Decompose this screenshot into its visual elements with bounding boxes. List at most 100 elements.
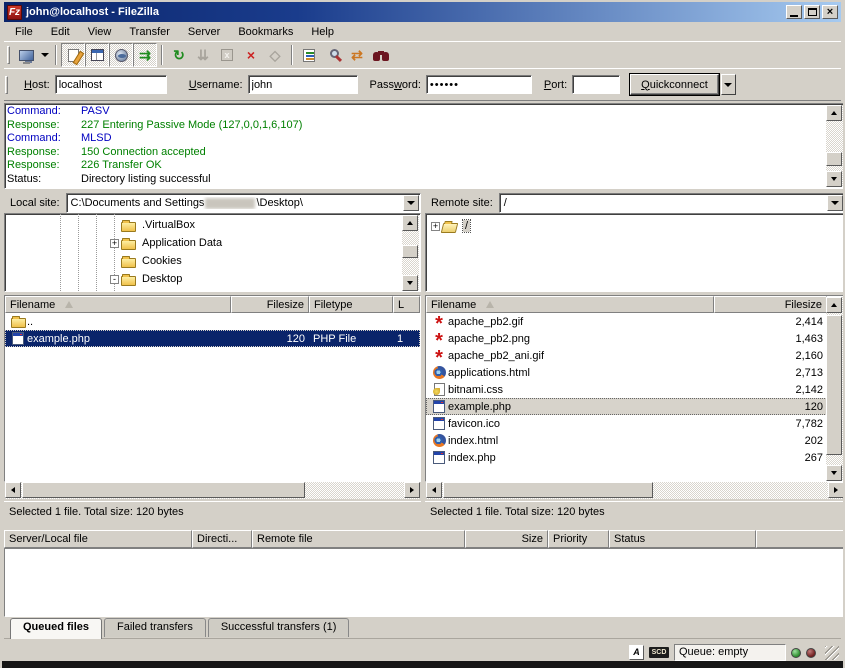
remote-file-row[interactable]: *apache_pb2.png 1,463 xyxy=(426,330,827,347)
transfer-queue-icon: ⇉ xyxy=(139,48,151,62)
expand-icon[interactable]: + xyxy=(431,222,440,231)
synchronized-browsing-button[interactable]: ⇄ xyxy=(345,43,369,67)
toggle-remote-tree-button[interactable] xyxy=(109,43,133,67)
menu-view[interactable]: View xyxy=(79,24,121,40)
minimize-button[interactable] xyxy=(786,5,802,19)
scrollbar-thumb[interactable] xyxy=(22,482,305,498)
remote-file-row[interactable]: index.php 267 xyxy=(426,449,827,466)
remote-file-row[interactable]: bitnami.css 2,142 xyxy=(426,381,827,398)
column-header-filename[interactable]: Filename xyxy=(5,296,231,313)
scrollbar-thumb[interactable] xyxy=(826,152,842,166)
remote-file-row[interactable]: favicon.ico 7,782 xyxy=(426,415,827,432)
scroll-down-button[interactable] xyxy=(826,465,842,481)
tree-item-root[interactable]: + / xyxy=(431,217,470,235)
username-input[interactable] xyxy=(248,75,358,94)
scroll-down-button[interactable] xyxy=(826,171,842,187)
column-header-status[interactable]: Status xyxy=(609,530,756,548)
scroll-right-button[interactable] xyxy=(404,482,420,498)
toolbar-separator xyxy=(55,45,57,65)
tab-queued-files[interactable]: Queued files xyxy=(10,618,102,639)
scrollbar-thumb[interactable] xyxy=(443,482,653,498)
process-queue-button[interactable]: ⇊ xyxy=(191,43,215,67)
tab-successful-transfers[interactable]: Successful transfers (1) xyxy=(208,618,350,637)
tree-item-virtualbox[interactable]: .VirtualBox xyxy=(110,216,195,234)
local-file-row-parent[interactable]: .. xyxy=(5,313,420,330)
column-header-filename[interactable]: Filename xyxy=(426,296,714,313)
expand-icon[interactable]: + xyxy=(110,239,119,248)
remote-file-row[interactable]: *apache_pb2_ani.gif 2,160 xyxy=(426,347,827,364)
remote-list-hscrollbar[interactable] xyxy=(426,482,844,499)
tree-item-application-data[interactable]: + Application Data xyxy=(110,234,222,252)
menu-edit[interactable]: Edit xyxy=(42,24,79,40)
local-list-hscrollbar[interactable] xyxy=(5,482,420,499)
scrollbar-thumb[interactable] xyxy=(402,245,418,258)
find-files-button[interactable] xyxy=(369,43,393,67)
scroll-right-button[interactable] xyxy=(828,482,844,498)
toolbar-grip[interactable] xyxy=(7,46,10,64)
resize-grip[interactable] xyxy=(825,646,839,660)
password-input[interactable] xyxy=(426,75,532,94)
refresh-button[interactable]: ↻ xyxy=(167,43,191,67)
scroll-down-button[interactable] xyxy=(402,275,418,291)
scroll-left-button[interactable] xyxy=(426,482,442,498)
toggle-message-log-button[interactable] xyxy=(61,43,85,67)
menu-file[interactable]: File xyxy=(6,24,42,40)
column-header-direction[interactable]: Directi... xyxy=(192,530,252,548)
menu-bookmarks[interactable]: Bookmarks xyxy=(229,24,302,40)
reconnect-icon: ◇ xyxy=(270,48,281,62)
collapse-icon[interactable]: - xyxy=(110,275,119,284)
toolbar-separator xyxy=(291,45,293,65)
disconnect-button[interactable]: × xyxy=(239,43,263,67)
quickconnect-grip[interactable] xyxy=(5,76,8,94)
remote-file-row[interactable]: applications.html 2,713 xyxy=(426,364,827,381)
local-site-combo[interactable]: C:\Documents and Settings\Desktop\ xyxy=(66,193,421,213)
scroll-left-button[interactable] xyxy=(5,482,21,498)
site-manager-dropdown-button[interactable] xyxy=(38,44,51,66)
tab-failed-transfers[interactable]: Failed transfers xyxy=(104,618,206,637)
menu-transfer[interactable]: Transfer xyxy=(120,24,179,40)
port-input[interactable] xyxy=(572,75,620,94)
host-input[interactable] xyxy=(55,75,167,94)
toggle-transfer-queue-button[interactable]: ⇉ xyxy=(133,43,157,67)
column-header-filesize[interactable]: Filesize xyxy=(231,296,309,313)
quickconnect-dropdown-button[interactable] xyxy=(721,74,736,95)
local-tree-scrollbar[interactable] xyxy=(402,215,419,291)
remote-file-row-example-php[interactable]: example.php 120 xyxy=(426,398,827,415)
queue-list[interactable] xyxy=(4,548,845,617)
remote-site-combo[interactable]: / xyxy=(499,193,845,213)
scroll-up-button[interactable] xyxy=(402,215,418,231)
reconnect-button[interactable]: ◇ xyxy=(263,43,287,67)
remote-file-row[interactable]: index.html 202 xyxy=(426,432,827,449)
column-header-priority[interactable]: Priority xyxy=(548,530,609,548)
column-header-remote-file[interactable]: Remote file xyxy=(252,530,465,548)
tree-item-cookies[interactable]: Cookies xyxy=(110,252,182,270)
disconnect-icon: × xyxy=(247,48,255,62)
column-header-filetype[interactable]: Filetype xyxy=(309,296,393,313)
remote-list-scrollbar[interactable] xyxy=(826,297,843,481)
menu-help[interactable]: Help xyxy=(302,24,343,40)
scroll-up-button[interactable] xyxy=(826,297,842,313)
filter-button[interactable] xyxy=(297,43,321,67)
maximize-button[interactable] xyxy=(804,5,820,19)
column-header-lastmodified[interactable]: L xyxy=(393,296,420,313)
column-header-size[interactable]: Size xyxy=(465,530,548,548)
menu-server[interactable]: Server xyxy=(179,24,229,40)
close-button[interactable]: × xyxy=(822,5,838,19)
local-site-dropdown-button[interactable] xyxy=(403,195,419,211)
toggle-local-tree-button[interactable] xyxy=(85,43,109,67)
column-header-server-local-file[interactable]: Server/Local file xyxy=(4,530,192,548)
directory-comparison-button[interactable] xyxy=(321,43,345,67)
local-file-row-example-php[interactable]: example.php 120 PHP File 1 xyxy=(5,330,420,347)
scrollbar-thumb[interactable] xyxy=(826,315,842,455)
scroll-up-button[interactable] xyxy=(826,105,842,121)
site-manager-button[interactable] xyxy=(14,43,38,67)
cancel-operation-button[interactable]: x xyxy=(215,43,239,67)
local-list-header: Filename Filesize Filetype L xyxy=(5,296,420,313)
log-vertical-scrollbar[interactable] xyxy=(826,105,843,187)
column-header-filesize[interactable]: Filesize xyxy=(714,296,827,313)
tree-item-desktop[interactable]: - Desktop xyxy=(110,270,182,288)
remote-file-row[interactable]: *apache_pb2.gif 2,414 xyxy=(426,313,827,330)
filezilla-window: Fz john@localhost - FileZilla × File Edi… xyxy=(0,0,845,668)
remote-site-dropdown-button[interactable] xyxy=(827,195,843,211)
quickconnect-button[interactable]: Quickconnect xyxy=(630,74,719,95)
